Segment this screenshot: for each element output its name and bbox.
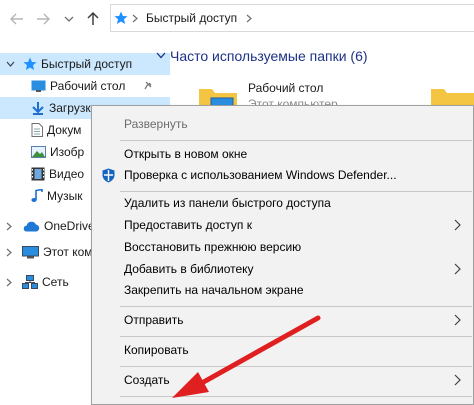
annotation-arrow-icon [172,315,321,398]
